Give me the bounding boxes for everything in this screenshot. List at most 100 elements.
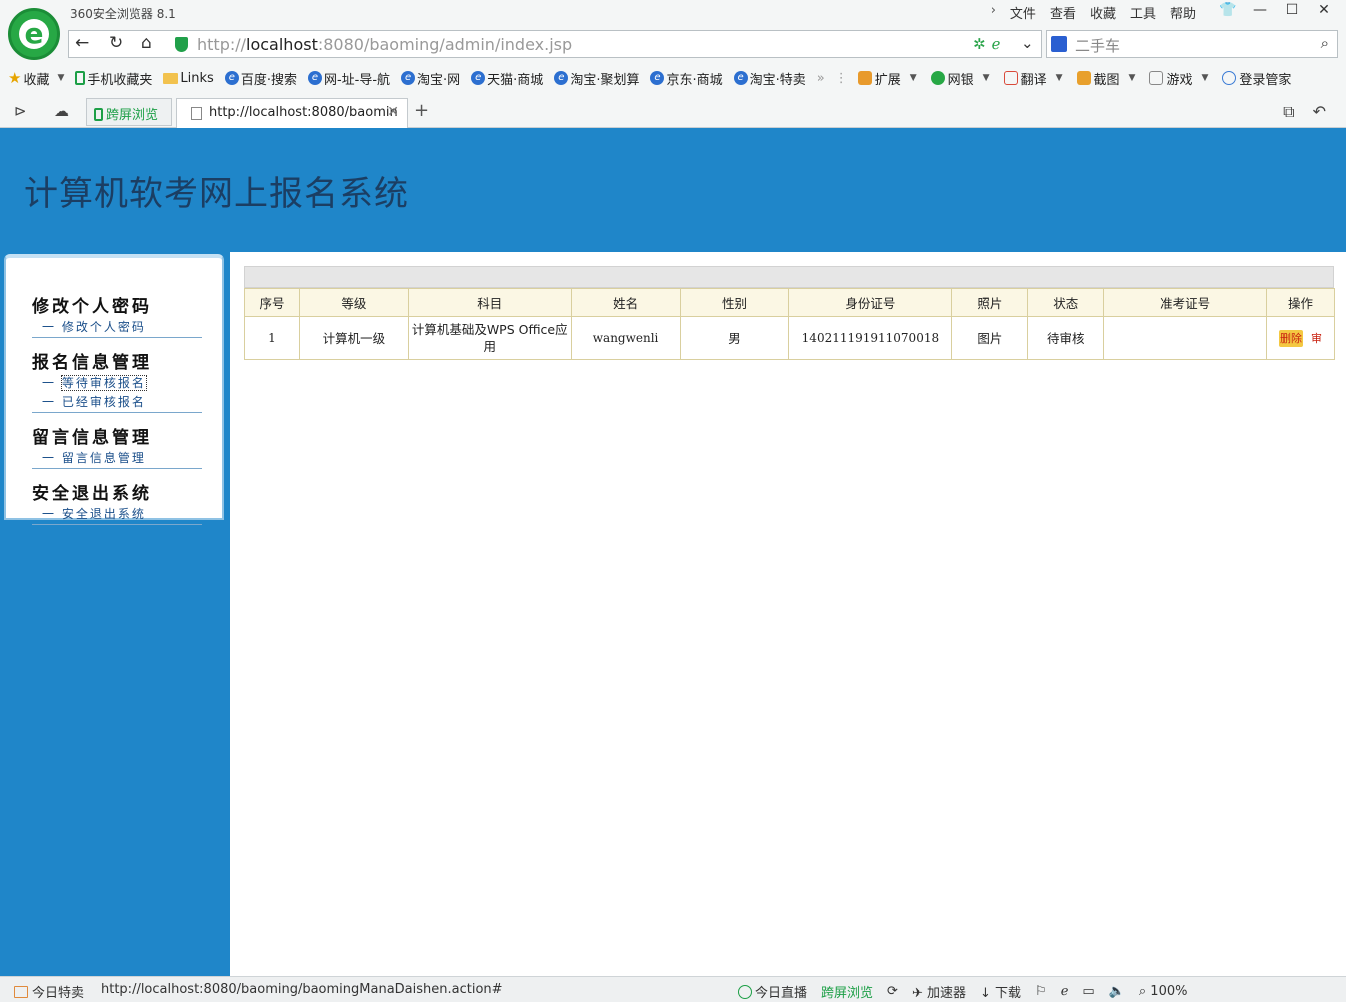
sidebar-link-messages[interactable]: 留言信息管理 xyxy=(32,449,202,468)
bookmark-tmall[interactable]: e 天猫·商城 xyxy=(471,69,543,88)
tool-extensions[interactable]: 扩展 ▼ xyxy=(857,69,917,88)
tool-login-manager[interactable]: 登录管家 xyxy=(1222,69,1291,88)
col-header: 照片 xyxy=(951,288,1029,317)
address-row: ← ↻ ⌂ http://localhost:8080/baoming/admi… xyxy=(68,30,1338,58)
bookmark-links[interactable]: Links xyxy=(163,71,214,86)
menu-view[interactable]: 查看 xyxy=(1050,3,1076,22)
photo-link[interactable]: 图片 xyxy=(951,316,1029,360)
cross-screen-button[interactable]: 跨屏浏览 xyxy=(821,982,873,1001)
browser-logo-icon: e xyxy=(8,8,60,60)
cell-level: 计算机一级 xyxy=(298,316,409,360)
close-tab-icon[interactable]: ✕ xyxy=(387,104,399,120)
cloud-icon[interactable]: ☁ xyxy=(54,102,69,120)
zoom-control[interactable]: ⌕ 100% xyxy=(1139,984,1188,999)
search-box[interactable]: 二手车 ⌕ xyxy=(1046,30,1338,58)
menu-favorites[interactable]: 收藏 xyxy=(1090,3,1116,22)
bookmark-favorites[interactable]: ★ 收藏 ▼ xyxy=(8,69,64,88)
chevron-right-icon[interactable]: › xyxy=(991,3,996,22)
divider xyxy=(32,412,202,413)
status-url: http://localhost:8080/baoming/baomingMan… xyxy=(101,982,503,997)
status-tools: 今日直播 跨屏浏览 ⟳ ✈ 加速器 ↓ 下载 ⚐ ℯ ▭ 🔈 ⌕ 100% xyxy=(738,982,1187,1001)
sync-icon[interactable]: ⟳ xyxy=(887,984,898,999)
ie-icon: e xyxy=(554,71,569,85)
gift-icon xyxy=(14,985,28,998)
address-tools: ✲ ℯ xyxy=(973,35,1000,53)
bookmark-nav[interactable]: e 网-址-导-航 xyxy=(307,69,390,88)
new-tab-button[interactable]: + xyxy=(414,100,429,121)
sound-icon[interactable]: 🔈 xyxy=(1109,984,1125,999)
close-button[interactable]: ✕ xyxy=(1308,0,1340,22)
skin-icon[interactable]: 👕 xyxy=(1212,0,1244,22)
menu-help[interactable]: 帮助 xyxy=(1170,3,1196,22)
window-title: 360安全浏览器 8.1 xyxy=(70,7,176,21)
sidebar-link-pending-review[interactable]: 等待审核报名 xyxy=(32,374,202,393)
search-icon[interactable]: ⌕ xyxy=(1321,34,1329,52)
tool-games[interactable]: 游戏 ▼ xyxy=(1149,69,1208,88)
phone-icon xyxy=(75,71,86,85)
window-controls: 👕 — ☐ ✕ xyxy=(1212,0,1340,22)
review-link[interactable]: 审 xyxy=(1311,330,1322,347)
accelerate-icon[interactable]: ✲ xyxy=(973,35,986,53)
ie-icon: e xyxy=(733,71,748,85)
more-bookmarks-icon[interactable]: » xyxy=(817,71,825,86)
sidebar-link-reviewed[interactable]: 已经审核报名 xyxy=(32,393,202,412)
toolbar-divider: ⋮ xyxy=(834,70,848,86)
sidebar-link-logout[interactable]: 安全退出系统 xyxy=(32,505,202,524)
accelerator-button[interactable]: ✈ 加速器 xyxy=(912,982,966,1001)
undo-close-icon[interactable]: ↶ xyxy=(1313,102,1326,122)
search-engine-icon[interactable] xyxy=(1051,36,1067,52)
main-content: 序号 等级 科目 姓名 性别 身份证号 照片 状态 准考证号 操作 1 计算机一… xyxy=(230,252,1346,976)
today-deals[interactable]: 今日特卖 xyxy=(14,982,84,1001)
ie-mode-icon[interactable]: ℯ xyxy=(992,35,1001,53)
phone-icon xyxy=(94,108,103,121)
address-url[interactable]: http://localhost:8080/baoming/admin/inde… xyxy=(197,35,572,54)
tab-active[interactable]: http://localhost:8080/baomin ✕ xyxy=(176,98,408,128)
tool-translate[interactable]: 翻译 ▼ xyxy=(1003,69,1063,88)
bookmark-juhuasuan[interactable]: e 淘宝·聚划算 xyxy=(554,69,639,88)
address-bar[interactable]: ← ↻ ⌂ http://localhost:8080/baoming/admi… xyxy=(68,30,1042,58)
download-button[interactable]: ↓ 下载 xyxy=(980,982,1021,1001)
search-input[interactable]: 二手车 xyxy=(1075,35,1120,56)
ie-icon: e xyxy=(401,71,416,85)
site-title: 计算机软考网上报名系统 xyxy=(24,174,409,214)
window-icon[interactable]: ▭ xyxy=(1082,984,1094,999)
key-icon xyxy=(1222,71,1237,85)
cell-ticket-number xyxy=(1103,316,1267,360)
minimize-button[interactable]: — xyxy=(1244,0,1276,22)
tool-ebank[interactable]: 网银 ▼ xyxy=(930,69,990,88)
play-icon xyxy=(738,985,752,999)
folder-icon xyxy=(163,72,179,84)
col-header: 科目 xyxy=(407,288,572,317)
sidebar-toggle-icon[interactable]: ⊳ xyxy=(14,102,27,120)
bookmark-baidu[interactable]: e 百度·搜索 xyxy=(224,69,297,88)
bookmark-mobile[interactable]: 手机收藏夹 xyxy=(75,69,152,88)
sidebar-link-change-password[interactable]: 修改个人密码 xyxy=(32,318,202,337)
tool-screenshot[interactable]: 截图 ▼ xyxy=(1076,69,1135,88)
delete-link[interactable]: 删除 xyxy=(1278,329,1303,347)
extensions-icon xyxy=(857,71,872,85)
table-row: 1 计算机一级 计算机基础及WPS Office应用 wangwenli 男 1… xyxy=(244,316,1336,360)
sidebar-heading: 修改个人密码 xyxy=(32,297,152,317)
ie-mode-icon[interactable]: ℯ xyxy=(1061,984,1069,999)
flag-icon[interactable]: ⚐ xyxy=(1035,984,1047,999)
live-button[interactable]: 今日直播 xyxy=(738,982,807,1001)
ie-icon: e xyxy=(471,71,486,85)
menu-file[interactable]: 文件 xyxy=(1010,3,1036,22)
sidebar-group-logout: 安全退出系统 安全退出系统 xyxy=(6,479,222,525)
menu-tools[interactable]: 工具 xyxy=(1130,3,1156,22)
maximize-button[interactable]: ☐ xyxy=(1276,0,1308,22)
home-icon[interactable]: ⌂ xyxy=(141,33,152,53)
sidebar-heading: 安全退出系统 xyxy=(32,484,152,504)
col-header: 状态 xyxy=(1027,288,1105,317)
restore-window-icon[interactable]: ⧉ xyxy=(1283,102,1294,122)
tab-cross-screen[interactable]: 跨屏浏览 xyxy=(86,98,172,126)
bookmark-taobao[interactable]: e 淘宝·网 xyxy=(401,69,460,88)
chevron-down-icon[interactable]: ⌄ xyxy=(1021,34,1034,52)
sidebar-group-messages: 留言信息管理 留言信息管理 xyxy=(6,423,222,469)
security-shield-icon[interactable] xyxy=(175,37,188,52)
back-icon[interactable]: ← xyxy=(75,33,89,53)
bookmark-temai[interactable]: e 淘宝·特卖 xyxy=(733,69,806,88)
table-header-row: 序号 等级 科目 姓名 性别 身份证号 照片 状态 准考证号 操作 xyxy=(244,288,1336,317)
refresh-icon[interactable]: ↻ xyxy=(109,33,123,53)
bookmark-jd[interactable]: e 京东·商城 xyxy=(650,69,723,88)
